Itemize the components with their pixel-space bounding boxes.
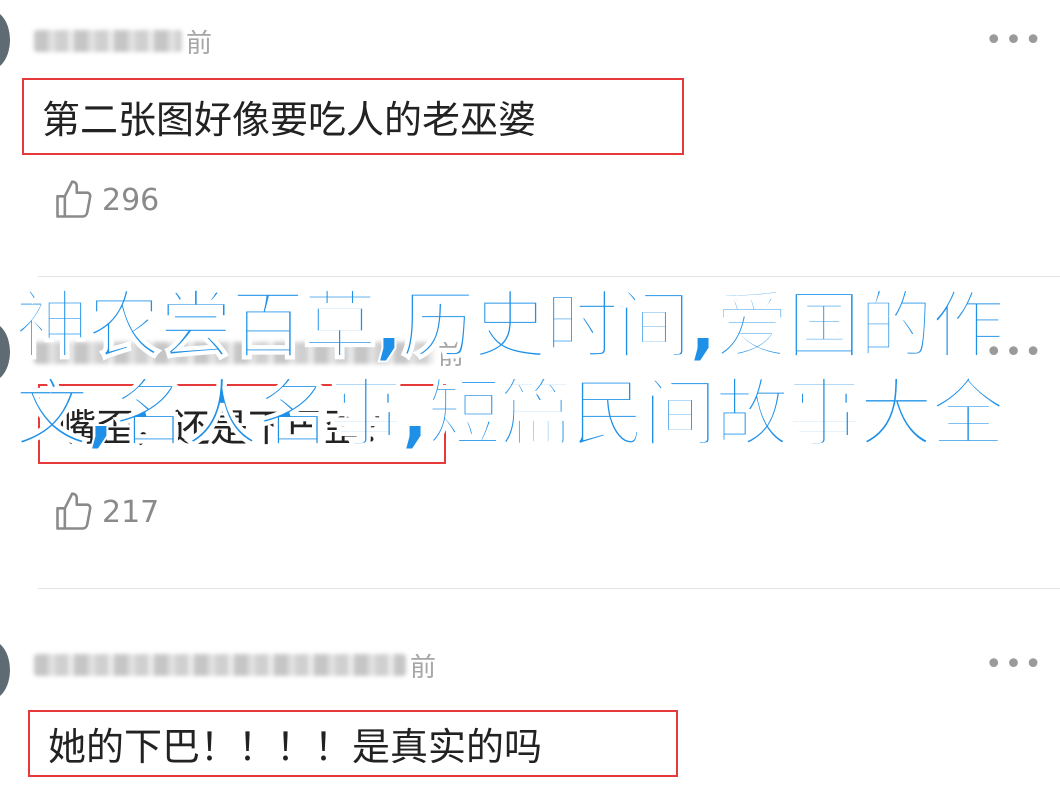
thumbs-up-icon — [56, 492, 92, 530]
like-count: 217 — [102, 494, 160, 530]
overlay-title: 神农尝百草,历史时间,爱国的作文,名人名事,短篇民间故事大全 — [14, 282, 1006, 458]
thumbs-up-icon — [56, 180, 92, 218]
avatar[interactable] — [0, 10, 10, 70]
comment-meta: 前 — [34, 26, 212, 59]
comment-time: 前 — [410, 652, 437, 683]
comment-text: 第二张图好像要吃人的老巫婆 — [22, 78, 684, 155]
divider — [38, 588, 1060, 589]
blurred-username — [34, 30, 182, 52]
like-button[interactable]: 296 — [52, 178, 159, 222]
comment-time: 前 — [186, 28, 213, 59]
divider — [38, 276, 1060, 277]
comment-text: 她的下巴！！！！是真实的吗 — [28, 710, 678, 777]
like-count: 296 — [102, 182, 160, 218]
avatar[interactable] — [0, 322, 10, 382]
comment-meta: 前 — [34, 650, 436, 683]
blurred-username — [34, 654, 406, 676]
avatar[interactable] — [0, 640, 10, 700]
like-button[interactable]: 217 — [52, 490, 159, 534]
more-dots-icon[interactable]: ••• — [985, 650, 1044, 680]
more-dots-icon[interactable]: ••• — [985, 26, 1044, 56]
